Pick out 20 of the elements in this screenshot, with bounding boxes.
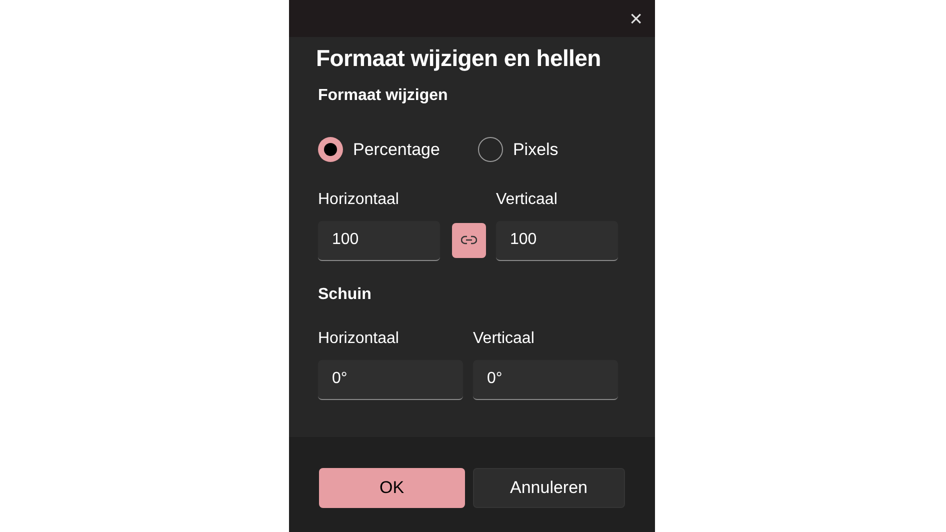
radio-button[interactable] bbox=[318, 137, 343, 162]
horizontal-skew-field[interactable]: 0° bbox=[318, 360, 463, 400]
vertical-skew-field[interactable]: 0° bbox=[473, 360, 618, 400]
link-icon bbox=[461, 235, 477, 245]
field-label: Horizontaal bbox=[318, 190, 400, 210]
radio-button[interactable] bbox=[478, 137, 503, 162]
field-label: Verticaal bbox=[473, 328, 536, 348]
section-heading: Formaat wijzigen bbox=[318, 86, 449, 106]
field-label: Verticaal bbox=[496, 190, 558, 210]
section-heading: Schuin bbox=[318, 284, 372, 304]
radio-label: Percentage bbox=[353, 139, 440, 161]
close-button[interactable]: × bbox=[621, 3, 651, 35]
radio-label: Pixels bbox=[512, 139, 558, 161]
ok-button[interactable]: OK bbox=[319, 468, 465, 508]
cancel-button[interactable]: Annuleren bbox=[472, 468, 625, 508]
link-toggle[interactable] bbox=[452, 222, 486, 258]
vertical-size-field[interactable]: 100 bbox=[496, 220, 618, 260]
horizontal-size-field[interactable]: 100 bbox=[318, 220, 440, 260]
dialog-title: Formaat wijzigen en hellen bbox=[316, 44, 602, 73]
field-label: Horizontaal bbox=[318, 328, 400, 348]
